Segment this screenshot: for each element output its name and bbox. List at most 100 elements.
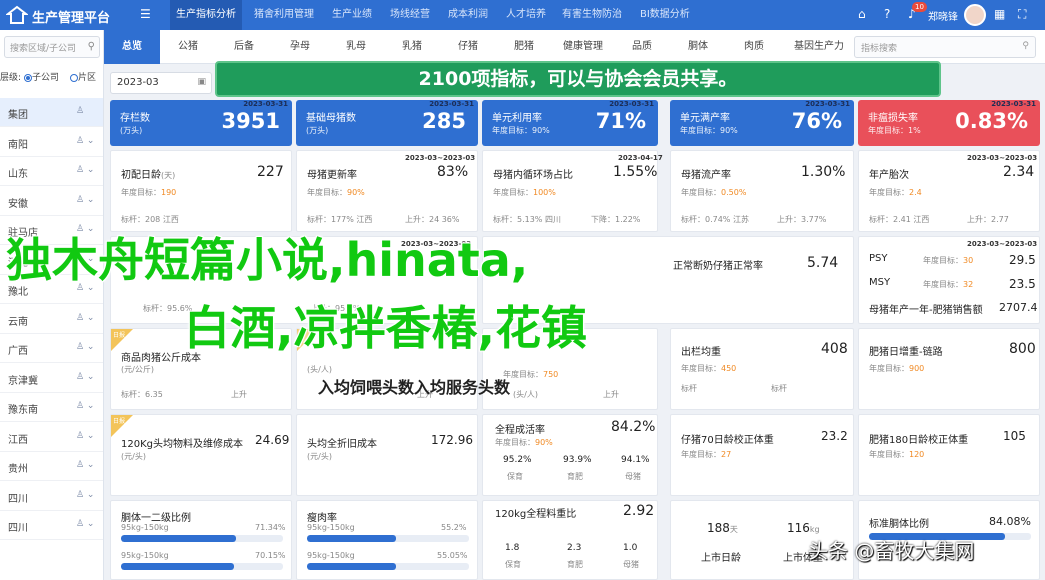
card-value: 2.92 bbox=[623, 503, 655, 519]
card-finisher-180d-weight[interactable]: 肥猪180日龄校正体重 105 年度目标：120 bbox=[858, 414, 1040, 496]
card-value: 1.55% bbox=[613, 164, 658, 180]
nav-tab[interactable]: 生产业绩 bbox=[326, 0, 378, 30]
card-feed-conversion[interactable]: 120kg全程料重比 2.92 1.8 2.3 1.0 保育 育肥 母猪 bbox=[482, 500, 658, 580]
sidebar-item[interactable]: 四川 ♙ ⌄ bbox=[0, 482, 103, 511]
card-lean-rate[interactable]: 瘦肉率 95kg-150kg 55.2% 95kg-150kg 55.05% bbox=[296, 500, 478, 580]
kpi-card[interactable]: 存栏数 (万头) 3951 2023-03-31 bbox=[110, 100, 292, 146]
home-icon[interactable]: ⌂ bbox=[858, 7, 866, 21]
card-target: 年度目标：0.50% bbox=[681, 188, 747, 197]
card-whole-survival[interactable]: 全程成活率 84.2% 年度目标：90% 95.2% 93.9% 94.1% 保… bbox=[482, 414, 658, 496]
indicator-tab[interactable]: 总览 bbox=[104, 30, 160, 64]
card-material-cost[interactable]: 日报 120Kg头均物料及维修成本 24.69 (元/头) bbox=[110, 414, 292, 496]
card-sow-internal-ratio[interactable]: 2023-04-17 母猪内循环场占比 1.55% 年度目标：100% 标杆：5… bbox=[482, 150, 663, 232]
sidebar-item[interactable]: 集团 ♙ bbox=[0, 98, 103, 127]
nav-tab[interactable]: 人才培养 bbox=[500, 0, 552, 30]
radio-icon[interactable] bbox=[24, 73, 32, 82]
kpi-card[interactable]: 单元满产率 年度目标：90% 76% 2023-03-31 bbox=[670, 100, 854, 146]
kpi-date: 2023-03-31 bbox=[609, 100, 654, 108]
indicator-tab[interactable]: 乳猪 bbox=[384, 30, 440, 64]
card-daily-gain[interactable]: 肥猪日增重-链路 800 年度目标：900 bbox=[858, 328, 1040, 410]
indicator-tab[interactable]: 胴体 bbox=[670, 30, 726, 64]
help-icon[interactable]: ? bbox=[884, 7, 890, 21]
radio-icon[interactable] bbox=[70, 73, 78, 82]
sidebar-item[interactable]: 京津冀 ♙ ⌄ bbox=[0, 364, 103, 393]
nav-tab[interactable]: 成本利润 bbox=[442, 0, 494, 30]
stage-label: 保育 bbox=[505, 560, 521, 569]
avatar[interactable] bbox=[964, 4, 986, 26]
indicator-tab[interactable]: 基因生产力 bbox=[782, 30, 856, 64]
nav-tab[interactable]: 猪舍利用管理 bbox=[248, 0, 320, 30]
user-chevron-icon[interactable]: ♙ ⌄ bbox=[76, 313, 94, 323]
user-chevron-icon[interactable]: ♙ ⌄ bbox=[76, 195, 94, 205]
filter-option-area[interactable]: 片区 bbox=[70, 70, 96, 83]
sidebar-item[interactable]: 南阳 ♙ ⌄ bbox=[0, 128, 103, 157]
sidebar-item[interactable]: 山东 ♙ ⌄ bbox=[0, 157, 103, 186]
indicator-tab[interactable]: 后备 bbox=[216, 30, 272, 64]
card-value: 172.96 bbox=[431, 433, 473, 447]
user-chevron-icon[interactable]: ♙ ⌄ bbox=[76, 431, 94, 441]
card-benchmark: 标杆：0.74% 江苏 bbox=[681, 215, 749, 224]
grid-icon[interactable]: ▦ bbox=[994, 7, 1005, 21]
indicator-search-input[interactable]: 指标搜索 ⚲ bbox=[854, 36, 1036, 58]
indicator-tab[interactable]: 公猪 bbox=[160, 30, 216, 64]
card-annual-parity[interactable]: 2023-03~2023-03 年产胎次 2.34 年度目标：2.4 标杆：2.… bbox=[858, 150, 1040, 232]
card-piglet-70d-weight[interactable]: 仔猪70日龄校正体重 23.2 年度目标：27 bbox=[670, 414, 854, 496]
card-first-mating-age[interactable]: 初配日龄(天) 227 年度目标：190 标杆：208 江西 bbox=[110, 150, 292, 232]
sidebar-item-label: 安徽 bbox=[8, 198, 28, 210]
user-name[interactable]: 郑晓锋 bbox=[928, 8, 958, 23]
user-chevron-icon[interactable]: ♙ ⌄ bbox=[76, 490, 94, 500]
card-value: 105 bbox=[1003, 429, 1026, 443]
indicator-tab[interactable]: 肥猪 bbox=[496, 30, 552, 64]
region-search-input[interactable]: 搜索区域/子公司 ⚲ bbox=[4, 36, 100, 58]
filter-option-subsidiary[interactable]: 子公司 bbox=[24, 70, 59, 83]
card-value: 84.08% bbox=[989, 515, 1031, 528]
user-chevron-icon[interactable]: ♙ ⌄ bbox=[76, 519, 94, 529]
sidebar-item[interactable]: 豫东南 ♙ ⌄ bbox=[0, 393, 103, 422]
indicator-tab[interactable]: 健康管理 bbox=[552, 30, 614, 64]
card-title: 年产胎次 bbox=[869, 170, 909, 181]
card-market-weight[interactable]: 出栏均重 408 年度目标：450 标杆 标杆 bbox=[670, 328, 854, 410]
indicator-tab[interactable]: 品质 bbox=[614, 30, 670, 64]
nav-tab[interactable]: 生产指标分析 bbox=[170, 0, 242, 30]
user-chevron-icon[interactable]: ♙ ⌄ bbox=[76, 342, 94, 352]
sidebar-item[interactable]: 安徽 ♙ ⌄ bbox=[0, 187, 103, 216]
indicator-tab[interactable]: 乳母 bbox=[328, 30, 384, 64]
menu-fold-icon[interactable]: ☰ bbox=[140, 7, 151, 21]
kpi-card[interactable]: 单元利用率 年度目标：90% 71% 2023-03-31 bbox=[482, 100, 658, 146]
card-target: 年度目标：190 bbox=[121, 188, 177, 197]
fullscreen-icon[interactable]: ⛶ bbox=[1018, 7, 1026, 22]
nav-tab[interactable]: 场线经营 bbox=[384, 0, 436, 30]
user-chevron-icon[interactable]: ♙ ⌄ bbox=[76, 460, 94, 470]
market-age-label: 上市日龄 bbox=[701, 553, 741, 564]
sub-label-a: 标杆 bbox=[681, 384, 697, 393]
user-chevron-icon[interactable]: ♙ ⌄ bbox=[76, 136, 94, 146]
indicator-tab[interactable]: 肉质 bbox=[726, 30, 782, 64]
card-carcass-grade[interactable]: 胴体一二级比例 95kg-150kg 71.34% 95kg-150kg 70.… bbox=[110, 500, 292, 580]
user-chevron-icon[interactable]: ♙ ⌄ bbox=[76, 372, 94, 382]
sidebar-item[interactable]: 江西 ♙ ⌄ bbox=[0, 423, 103, 452]
sidebar-item[interactable]: 贵州 ♙ ⌄ bbox=[0, 452, 103, 481]
stage-value: 1.0 bbox=[623, 543, 638, 553]
kpi-card[interactable]: 非瘟损失率 年度目标：1% 0.83% 2023-03-31 bbox=[858, 100, 1040, 146]
sidebar-item[interactable]: 广西 ♙ ⌄ bbox=[0, 334, 103, 363]
card-value: 5.74 bbox=[807, 255, 839, 271]
month-picker[interactable]: 2023-03 ▣ bbox=[110, 72, 212, 94]
user-chevron-icon[interactable]: ♙ bbox=[76, 106, 84, 116]
nav-tab[interactable]: BI数据分析 bbox=[634, 0, 696, 30]
card-title: 120Kg头均物料及维修成本 bbox=[121, 439, 243, 450]
card-sow-abortion-rate[interactable]: 母猪流产率 1.30% 年度目标：0.50% 标杆：0.74% 江苏 上升：3.… bbox=[670, 150, 854, 232]
indicator-tab[interactable]: 孕母 bbox=[272, 30, 328, 64]
indicator-tab[interactable]: 仔猪 bbox=[440, 30, 496, 64]
sidebar-item[interactable]: 四川 ♙ ⌄ bbox=[0, 511, 103, 540]
sidebar-item[interactable]: 云南 ♙ ⌄ bbox=[0, 305, 103, 334]
kpi-card[interactable]: 基础母猪数 (万头) 285 2023-03-31 bbox=[296, 100, 478, 146]
card-psy-msy[interactable]: 2023-03~2023-03 PSY 年度目标：30 29.5 MSY 年度目… bbox=[858, 236, 1040, 324]
user-chevron-icon[interactable]: ♙ ⌄ bbox=[76, 401, 94, 411]
card-unit: (元/头) bbox=[307, 452, 332, 461]
card-benchmark: 标杆：6.35 bbox=[121, 390, 163, 399]
nav-tab[interactable]: 有害生物防治 bbox=[556, 0, 628, 30]
card-trend: 上升 bbox=[603, 390, 619, 399]
card-depreciation-cost[interactable]: 头均全折旧成本 172.96 (元/头) bbox=[296, 414, 478, 496]
card-sow-renewal-rate[interactable]: 2023-03~2023-03 母猪更新率 83% 年度目标：90% 标杆：17… bbox=[296, 150, 478, 232]
user-chevron-icon[interactable]: ♙ ⌄ bbox=[76, 165, 94, 175]
